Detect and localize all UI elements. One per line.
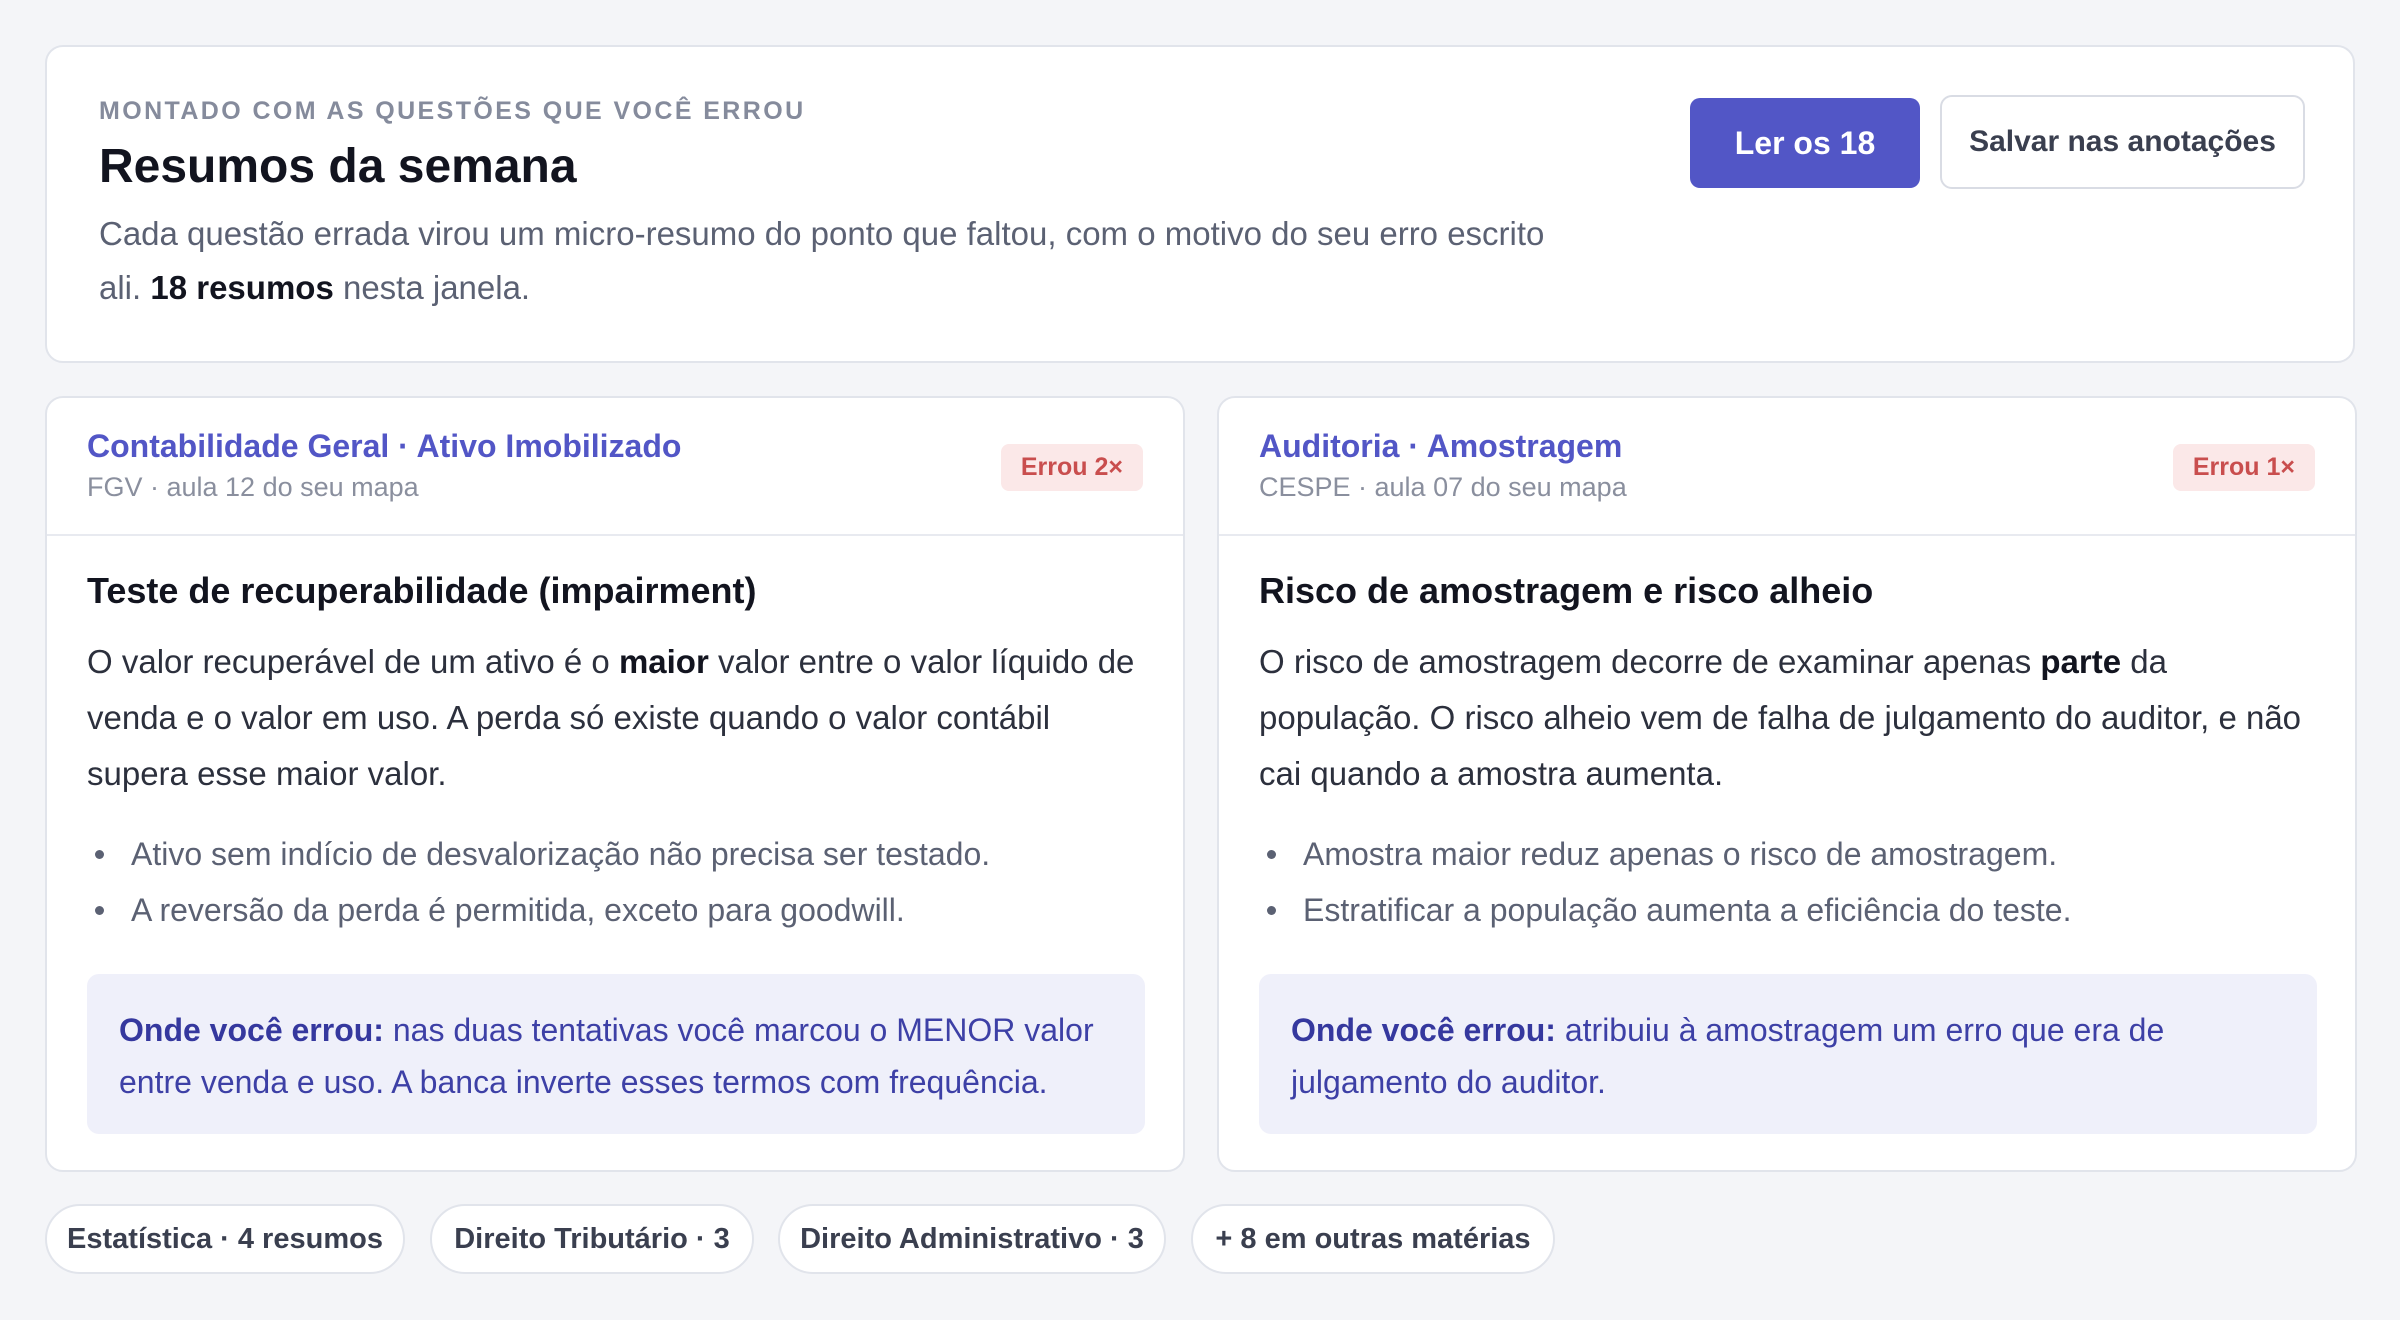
- card-header: Auditoria · Amostragem CESPE · aula 07 d…: [1219, 398, 2355, 536]
- card-body: O risco de amostragem decorre de examina…: [1259, 634, 2324, 802]
- header-eyebrow: MONTADO COM AS QUESTÕES QUE VOCÊ ERROU: [99, 97, 806, 125]
- card-bullet-list: Ativo sem indício de desvalorização não …: [87, 826, 1147, 938]
- header-description: Cada questão errada virou um micro-resum…: [99, 207, 1579, 315]
- card-body-emphasis: maior: [618, 643, 709, 680]
- subject-chip-administrative-law[interactable]: Direito Administrativo · 3: [778, 1204, 1166, 1274]
- card-subject-link[interactable]: Auditoria · Amostragem: [1259, 428, 1622, 465]
- subject-chip-statistics[interactable]: Estatística · 4 resumos: [45, 1204, 405, 1274]
- error-count-badge: Errou 2×: [1000, 444, 1143, 491]
- card-body-text: O risco de amostragem decorre de examina…: [1259, 643, 2041, 680]
- card-body-emphasis: parte: [2040, 643, 2122, 680]
- description-suffix: nesta janela.: [333, 269, 531, 306]
- summary-card: Auditoria · Amostragem CESPE · aula 07 d…: [1217, 396, 2357, 1172]
- card-header: Contabilidade Geral · Ativo Imobilizado …: [47, 398, 1183, 536]
- mistake-note-label: Onde você errou:: [119, 1012, 384, 1048]
- card-body: O valor recuperável de um ativo é o maio…: [87, 634, 1152, 802]
- card-bullet-list: Amostra maior reduz apenas o risco de am…: [1259, 826, 2319, 938]
- card-title: Risco de amostragem e risco alheio: [1259, 570, 1874, 611]
- page-title: Resumos da semana: [99, 140, 577, 193]
- card-meta: FGV · aula 12 do seu mapa: [87, 472, 419, 502]
- more-subjects-chip[interactable]: + 8 em outras matérias: [1191, 1204, 1555, 1274]
- mistake-note: Onde você errou: nas duas tentativas voc…: [87, 974, 1145, 1134]
- card-bullet: Ativo sem indício de desvalorização não …: [87, 826, 1147, 882]
- card-bullet: Estratificar a população aumenta a efici…: [1259, 882, 2319, 938]
- save-to-notes-button[interactable]: Salvar nas anotações: [1940, 95, 2305, 189]
- card-subject-link[interactable]: Contabilidade Geral · Ativo Imobilizado: [87, 428, 681, 465]
- card-title: Teste de recuperabilidade (impairment): [87, 570, 757, 611]
- mistake-note-label: Onde você errou:: [1291, 1012, 1556, 1048]
- description-count: 18 resumos: [150, 269, 334, 306]
- read-all-button[interactable]: Ler os 18: [1690, 98, 1920, 188]
- card-meta: CESPE · aula 07 do seu mapa: [1259, 472, 1627, 502]
- error-count-badge: Errou 1×: [2172, 444, 2315, 491]
- card-bullet: Amostra maior reduz apenas o risco de am…: [1259, 826, 2319, 882]
- card-bullet: A reversão da perda é permitida, exceto …: [87, 882, 1147, 938]
- weekly-summary-header: MONTADO COM AS QUESTÕES QUE VOCÊ ERROU R…: [45, 45, 2355, 363]
- subject-chip-tax-law[interactable]: Direito Tributário · 3: [430, 1204, 754, 1274]
- card-body-text: O valor recuperável de um ativo é o: [87, 643, 619, 680]
- summary-card: Contabilidade Geral · Ativo Imobilizado …: [45, 396, 1185, 1172]
- mistake-note: Onde você errou: atribuiu à amostragem u…: [1259, 974, 2317, 1134]
